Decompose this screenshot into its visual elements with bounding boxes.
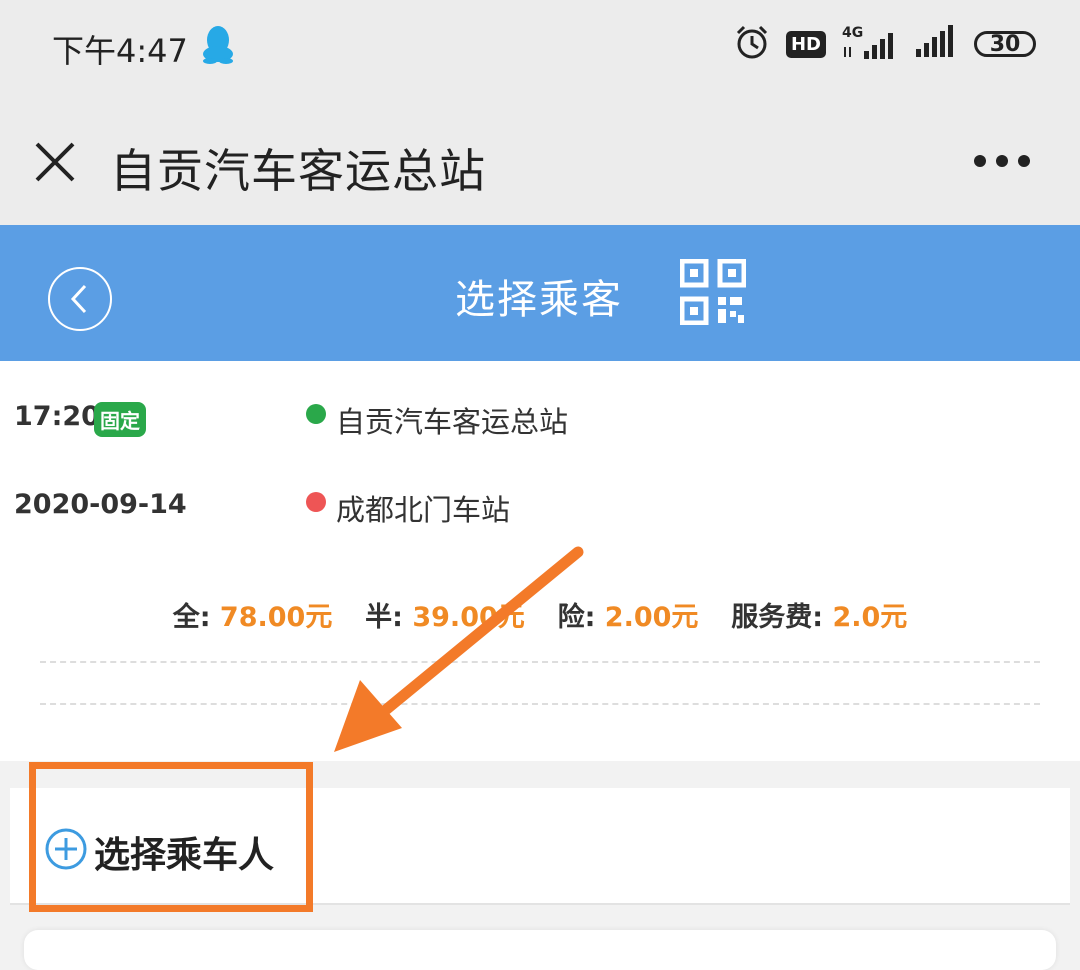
battery-icon: 30: [974, 31, 1036, 57]
qr-code-icon[interactable]: [679, 258, 747, 329]
status-icons: HD 4G 30: [734, 24, 1036, 64]
highlight-box: [29, 762, 313, 912]
price-row: 全: 78.00元 半: 39.00元 险: 2.00元 服务费: 2.0元: [0, 595, 1080, 634]
page-header: 选择乘客: [0, 225, 1080, 361]
destination-station: 成都北门车站: [336, 493, 511, 527]
trip-info-card: 17:20 固定 2020-09-14 自贡汽车客运总站 成都北门车站 全: 7…: [0, 361, 1080, 761]
divider: [40, 661, 1040, 663]
signal-icon: [914, 25, 958, 63]
nav-bar: 自贡汽车客运总站: [0, 95, 1080, 225]
half-price-label: 半:: [365, 602, 403, 633]
service-fee-label: 服务费:: [731, 602, 824, 633]
chevron-left-icon: [70, 284, 87, 314]
insurance-label: 险:: [557, 602, 596, 633]
divider: [40, 703, 1040, 705]
page-title: 选择乘客: [455, 277, 623, 323]
qq-icon: [200, 24, 236, 68]
fixed-badge: 固定: [94, 402, 146, 437]
departure-date: 2020-09-14: [14, 489, 187, 520]
back-button[interactable]: [48, 267, 112, 331]
hd-badge: HD: [785, 30, 826, 58]
departure-time: 17:20: [14, 401, 100, 432]
nav-title: 自贡汽车客运总站: [110, 144, 486, 198]
service-fee-value: 2.0元: [832, 602, 908, 633]
status-bar: 下午4:47 HD 4G 30: [0, 0, 1080, 95]
close-icon[interactable]: [34, 141, 76, 187]
signal-4g-icon: 4G: [842, 25, 898, 61]
half-price-value: 39.00元: [412, 602, 525, 633]
status-time: 下午4:47: [52, 32, 188, 70]
alarm-icon: [734, 24, 770, 64]
passenger-list-card: [24, 930, 1056, 970]
full-price-value: 78.00元: [219, 602, 333, 633]
insurance-value: 2.00元: [604, 602, 699, 633]
origin-dot-icon: [306, 404, 326, 424]
full-price-label: 全:: [172, 602, 211, 633]
destination-dot-icon: [306, 492, 326, 512]
more-icon[interactable]: [974, 155, 1030, 167]
origin-station: 自贡汽车客运总站: [336, 405, 569, 439]
